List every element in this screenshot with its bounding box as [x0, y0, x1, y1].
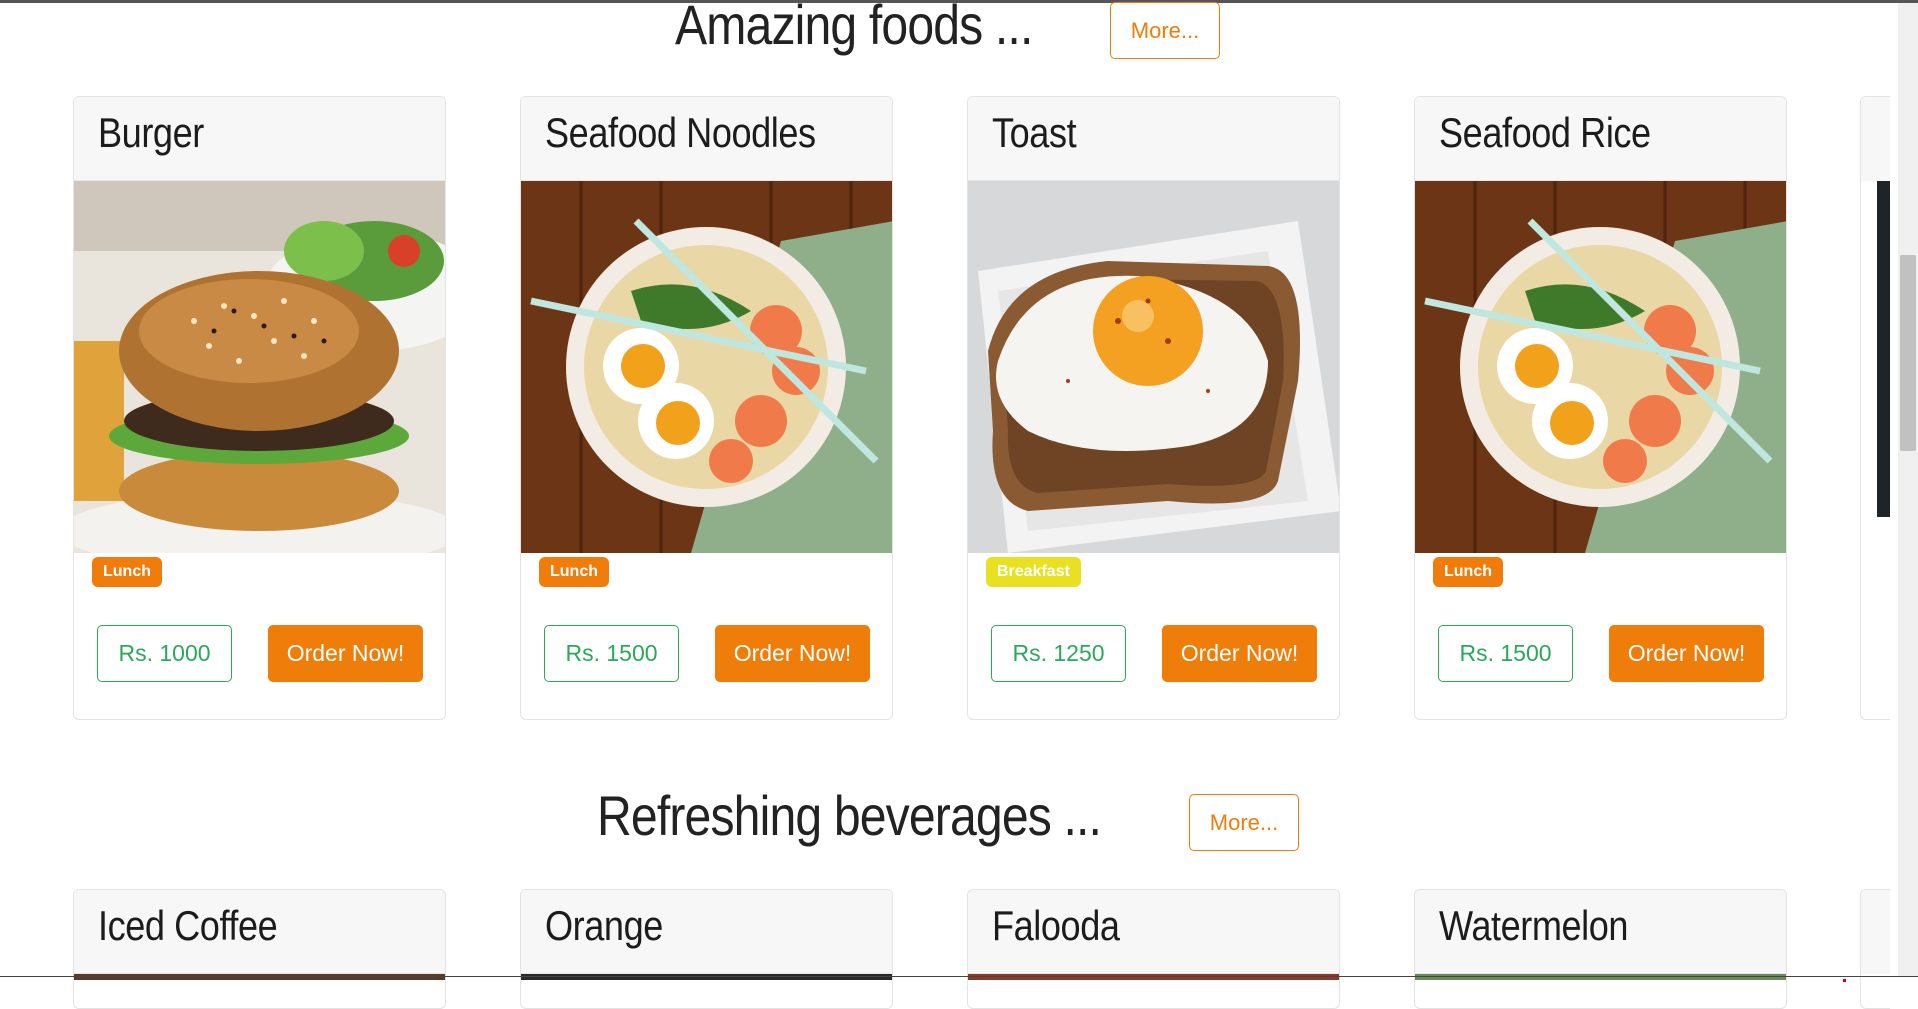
food-card-seafood-noodles: Seafood Noodles Lunch Rs. 1500 Order Now… — [520, 96, 893, 720]
card-header: Falooda — [968, 890, 1339, 974]
beverage-card-next-partial — [1860, 889, 1890, 1009]
indicator-dot — [1843, 979, 1846, 982]
card-image — [74, 974, 445, 980]
price-button[interactable]: Rs. 1000 — [97, 625, 232, 682]
card-header: Seafood Noodles — [521, 97, 892, 181]
card-title: Watermelon — [1439, 902, 1629, 949]
card-header: Iced Coffee — [74, 890, 445, 974]
card-image — [1415, 974, 1786, 980]
card-title: Iced Coffee — [98, 902, 278, 949]
price-button[interactable]: Rs. 1250 — [991, 625, 1126, 682]
category-badge: Lunch — [539, 557, 609, 587]
food-card-toast: Toast Breakfast Rs. 1250 Order Now! — [967, 96, 1340, 720]
card-header: Orange — [521, 890, 892, 974]
beverages-section-header: Refreshing beverages ... More... — [0, 784, 1898, 865]
order-now-button[interactable]: Order Now! — [268, 625, 423, 682]
scrollbar-track[interactable] — [1898, 3, 1918, 976]
food-card-seafood-rice: Seafood Rice Lunch Rs. 1500 Order Now! — [1414, 96, 1787, 720]
card-header: Seafood Rice — [1415, 97, 1786, 181]
category-badge: Lunch — [1433, 557, 1503, 587]
order-now-button[interactable]: Order Now! — [1609, 625, 1764, 682]
price-button[interactable]: Rs. 1500 — [544, 625, 679, 682]
burger-photo — [74, 181, 445, 553]
card-header — [1861, 97, 1890, 181]
category-badge: Lunch — [92, 557, 162, 587]
beverage-card-watermelon: Watermelon — [1414, 889, 1787, 1009]
card-title: Burger — [98, 109, 204, 156]
card-image — [968, 974, 1339, 980]
card-header: Burger — [74, 97, 445, 181]
price-button[interactable]: Rs. 1500 — [1438, 625, 1573, 682]
bottom-border — [0, 976, 1918, 977]
card-title: Seafood Noodles — [545, 109, 816, 156]
toast-photo — [968, 181, 1339, 553]
foods-section-title: Amazing foods ... — [675, 0, 1033, 56]
noodles-photo — [521, 181, 892, 553]
foods-section-header: Amazing foods ... More... — [0, 0, 1898, 72]
category-badge: Breakfast — [986, 557, 1081, 587]
food-card-next-partial — [1860, 96, 1890, 720]
beverages-section-title: Refreshing beverages ... — [597, 784, 1102, 847]
order-now-button[interactable]: Order Now! — [1162, 625, 1317, 682]
food-card-burger: Burger Lunch Rs. 1000 Order Now! — [73, 96, 446, 720]
card-title: Orange — [545, 902, 663, 949]
card-image — [521, 974, 892, 980]
card-header: Toast — [968, 97, 1339, 181]
beverage-card-orange: Orange — [520, 889, 893, 1009]
foods-more-button[interactable]: More... — [1110, 2, 1220, 59]
order-now-button[interactable]: Order Now! — [715, 625, 870, 682]
card-header — [1861, 890, 1890, 974]
beverages-more-button[interactable]: More... — [1189, 794, 1299, 851]
seafood-rice-photo — [1415, 181, 1786, 553]
scrollbar-thumb[interactable] — [1900, 255, 1916, 451]
beverage-card-iced-coffee: Iced Coffee — [73, 889, 446, 1009]
card-image — [1877, 181, 1890, 517]
card-title: Falooda — [992, 902, 1120, 949]
card-title: Toast — [992, 109, 1077, 156]
card-header: Watermelon — [1415, 890, 1786, 974]
beverage-card-falooda: Falooda — [967, 889, 1340, 1009]
card-title: Seafood Rice — [1439, 109, 1651, 156]
